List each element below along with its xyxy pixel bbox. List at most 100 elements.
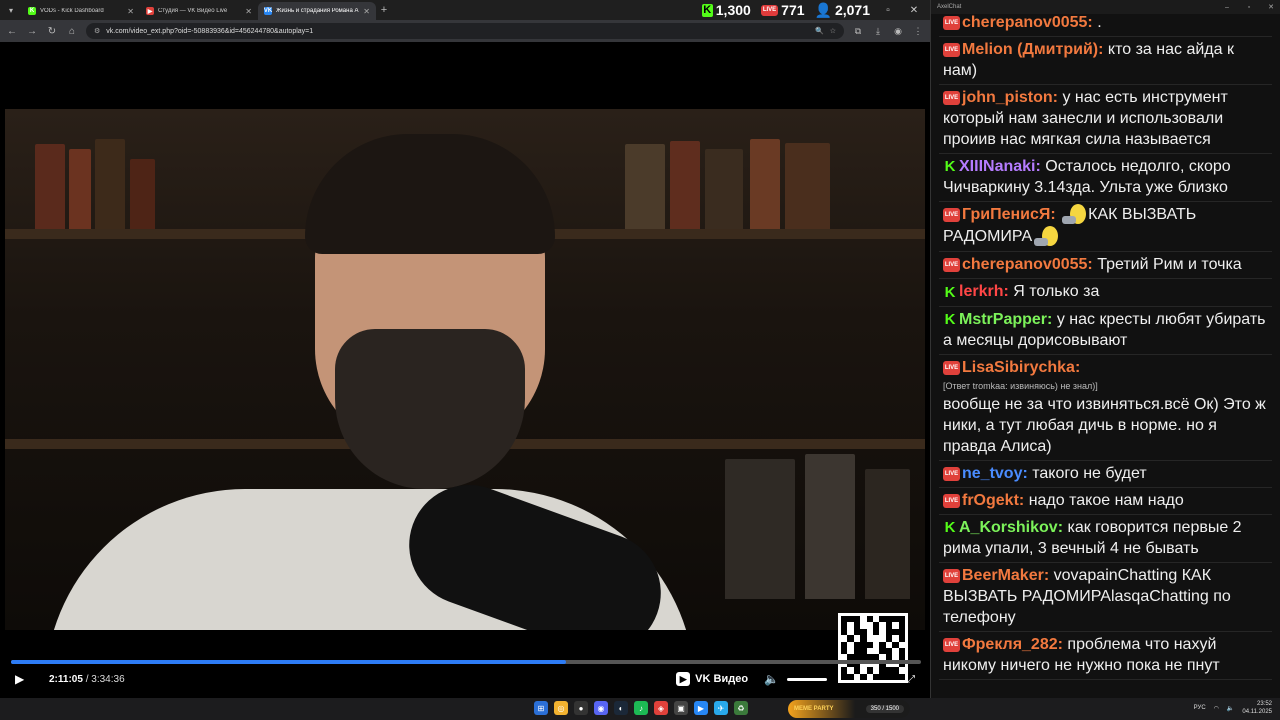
browser-window: ▾ K VODs - Kick Dashboard ✕ ▶ Студия — VK Ви… — [0, 0, 930, 698]
zoom-icon[interactable]: 🔍 — [815, 27, 824, 35]
spotify-icon[interactable]: ♪ — [634, 701, 648, 715]
play-icon[interactable]: ▶ — [15, 672, 35, 686]
chat-username[interactable]: john_piston: — [962, 89, 1058, 106]
vk-live-icon: LIVE — [943, 360, 960, 375]
obs-icon[interactable]: ● — [574, 701, 588, 715]
person-beard — [335, 329, 525, 489]
app-icon[interactable]: ▶ — [694, 701, 708, 715]
chat-username[interactable]: BeerMaker: — [962, 567, 1049, 584]
browser-tab[interactable]: ▶ Студия — VK Видео Live ✕ — [140, 2, 258, 20]
meme-party-widget[interactable]: MEME PARTY 350 / 1500 — [788, 700, 910, 718]
menu-icon[interactable]: ⋮ — [912, 26, 924, 37]
player-controls: ▶ 2:11:05 / 3:34:36 ▶ VK Видео 🔈 ⤢ — [5, 668, 925, 690]
tab-title: VODs - Kick Dashboard — [40, 8, 104, 14]
vk-live-icon: LIVE — [943, 15, 960, 30]
books-left — [35, 139, 235, 229]
time-separator: / — [85, 673, 89, 685]
seek-bar[interactable] — [11, 660, 921, 664]
chat-username[interactable]: Фрекля_282: — [962, 636, 1063, 653]
volume-tray-icon[interactable]: 🔈 — [1227, 705, 1234, 712]
chat-message: K MstrPapper: у нас кресты любят убирать … — [939, 307, 1272, 355]
new-tab-button[interactable]: + — [376, 4, 392, 16]
vk-video-logo[interactable]: ▶ VK Видео — [676, 672, 748, 686]
back-icon[interactable]: ← — [6, 26, 18, 37]
vk-live-icon: LIVE — [943, 568, 960, 583]
app-icon[interactable]: ♻ — [734, 701, 748, 715]
chat-message-text: вообще не за что извиняться.всё Ок) Это … — [943, 395, 1266, 455]
chat-message-text: Я только за — [1013, 283, 1100, 301]
reload-icon[interactable]: ↻ — [46, 26, 58, 37]
profile-icon[interactable]: ◉ — [892, 26, 904, 37]
chat-username[interactable]: ГриПенисЯ: — [962, 207, 1056, 224]
person-hair — [305, 134, 555, 254]
browser-tab[interactable]: K VODs - Kick Dashboard ✕ — [22, 2, 140, 20]
chat-message-list[interactable]: LIVE cherepanov0055: . LIVE Melion (Дмитрий… — [939, 10, 1272, 698]
app-icon[interactable]: ◈ — [654, 701, 668, 715]
chat-message: K A_Korshikov: как говорится первые 2 рим… — [939, 515, 1272, 564]
language-indicator[interactable]: РУС — [1194, 705, 1206, 711]
volume-slider[interactable] — [787, 677, 827, 681]
minimize-icon[interactable]: ▫ — [880, 5, 896, 16]
chat-username[interactable]: XIIINanaki: — [959, 158, 1041, 175]
vk-live-icon: LIVE — [943, 258, 960, 273]
chat-username[interactable]: cherepanov0055: — [962, 14, 1093, 31]
tab-favicon-icon: VK — [263, 7, 273, 15]
app-icon[interactable]: ▣ — [674, 701, 688, 715]
current-time: 2:11:05 — [49, 673, 83, 685]
chat-message: Klerkrh: Я только за — [939, 279, 1272, 307]
chat-message: LIVE cherepanov0055: . — [939, 10, 1272, 37]
chat-username[interactable]: frOgekt: — [962, 492, 1024, 509]
chrome-icon[interactable]: ◎ — [554, 701, 568, 715]
video-frame — [5, 109, 925, 630]
books-right — [625, 139, 905, 229]
chat-username[interactable]: cherepanov0055: — [962, 256, 1093, 273]
tab-close-icon[interactable]: ✕ — [363, 7, 370, 16]
volume-icon[interactable]: 🔈 — [764, 672, 779, 686]
clock-time: 23:52 — [1256, 701, 1272, 707]
clock[interactable]: 23:52 04.11.2025 — [1242, 700, 1272, 716]
kick-stat: K 1,300 — [701, 2, 751, 18]
chat-message: LIVE cherepanov0055: Третий Рим и точка — [939, 252, 1272, 280]
chat-username[interactable]: LisaSibirychka: — [962, 359, 1080, 376]
taskbar-apps: ⊞ ◎ ● ◉ ◐ ♪ ◈ ▣ ▶ ✈ ♻ — [534, 701, 748, 715]
kick-icon: K — [944, 283, 956, 301]
live-count: 771 — [781, 2, 805, 18]
chat-username[interactable]: Melion (Дмитрий): — [962, 41, 1103, 58]
discord-icon[interactable]: ◉ — [594, 701, 608, 715]
close-icon[interactable]: ✕ — [906, 5, 922, 16]
download-icon[interactable]: ⤓ — [872, 26, 884, 37]
tab-search-icon[interactable]: ▾ — [0, 0, 22, 20]
vk-live-icon: LIVE — [943, 208, 960, 223]
start-icon[interactable]: ⊞ — [534, 701, 548, 715]
vk-live-icon: LIVE — [943, 637, 960, 652]
address-bar[interactable]: ⚙ vk.com/video_ext.php?oid=-50883936&id=… — [86, 23, 844, 39]
chat-message-text: такого не будет — [1032, 464, 1147, 482]
chat-username[interactable]: MstrPapper: — [959, 311, 1052, 328]
chat-username[interactable]: A_Korshikov: — [959, 519, 1063, 536]
bookmark-icon[interactable]: ☆ — [830, 27, 836, 35]
video-player[interactable]: ▶ 2:11:05 / 3:34:36 ▶ VK Видео 🔈 ⤢ — [5, 42, 925, 698]
steam-icon[interactable]: ◐ — [614, 701, 628, 715]
chat-username[interactable]: ne_tvoy: — [962, 465, 1028, 482]
chat-message: LIVE BeerMaker: vovapainChatting КАК ВЫЗВ… — [939, 563, 1272, 633]
extensions-icon[interactable]: ⧉ — [852, 26, 864, 37]
stream-stats: K 1,300 LIVE 771 👤 2,071 ▫ ✕ — [701, 0, 930, 20]
tab-close-icon[interactable]: ✕ — [127, 7, 134, 16]
tab-close-icon[interactable]: ✕ — [245, 7, 252, 16]
vk-live-icon: LIVE — [943, 90, 960, 105]
viewers-count: 2,071 — [834, 2, 870, 18]
wifi-icon[interactable]: ◠ — [1214, 705, 1219, 712]
vk-live-icon: LIVE — [943, 493, 960, 508]
browser-tab[interactable]: VK Жизнь и страдания Романа А ✕ — [258, 2, 376, 20]
fullscreen-icon[interactable]: ⤢ — [907, 674, 915, 685]
kick-icon: K — [944, 519, 956, 537]
kick-icon: K — [701, 3, 713, 17]
site-info-icon[interactable]: ⚙ — [94, 27, 100, 35]
forward-icon[interactable]: → — [26, 26, 38, 37]
chat-message: LIVE Melion (Дмитрий): кто за нас айда к … — [939, 37, 1272, 85]
tab-title: Студия — VK Видео Live — [158, 8, 228, 14]
telegram-icon[interactable]: ✈ — [714, 701, 728, 715]
viewers-icon: 👤 — [814, 1, 832, 18]
home-icon[interactable]: ⌂ — [66, 26, 78, 37]
chat-username[interactable]: lerkrh: — [959, 283, 1009, 300]
